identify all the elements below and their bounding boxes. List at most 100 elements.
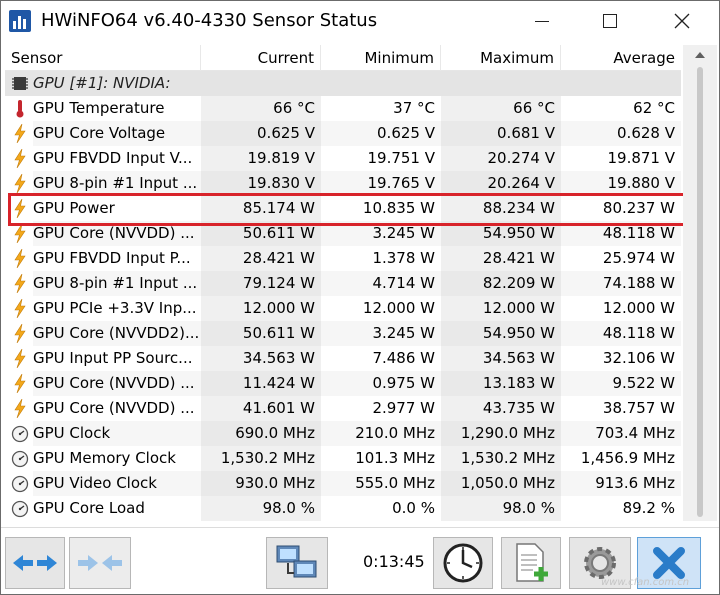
double-arrow-icon [13,555,57,571]
sensor-row[interactable]: GPU Video Clock 930.0 MHz 555.0 MHz 1,050.0… [5,471,681,496]
scroll-thumb[interactable] [697,67,703,517]
maximize-icon [603,14,617,28]
sensor-label: GPU FBVDD Input V... [33,149,193,167]
sensor-row[interactable]: GPU PCIe +3.3V Inp... 12.000 W 12.000 W 12.… [5,296,681,321]
sensor-label: GPU Core (NVVDD) ... [33,221,201,246]
sensor-row[interactable]: GPU Core Voltage 0.625 V 0.625 V 0.681 V 0.6… [5,121,681,146]
sensor-row[interactable]: GPU FBVDD Input V... 19.819 V 19.751 V 20.2… [5,146,681,171]
sensor-label: GPU FBVDD Input P... [33,249,191,267]
current-value: 12.000 W [201,296,321,321]
current-value: 79.124 W [201,271,321,296]
maximum-value: 1,530.2 MHz [441,446,561,471]
sensor-label: GPU Clock [33,421,201,446]
sensor-label: GPU Core (NVVDD2)... [33,321,201,346]
sensor-row[interactable]: GPU Input PP Sourc... 34.563 W 7.486 W 34.5… [5,346,681,371]
sensor-label: GPU Video Clock [33,471,201,496]
average-value: 74.188 W [561,271,681,296]
current-value: 1,530.2 MHz [201,446,321,471]
minimum-value: 3.245 W [321,221,441,246]
title-bar: HWiNFO64 v6.40-4330 Sensor Status [1,1,719,41]
sensor-row[interactable]: GPU Core (NVVDD) ... 11.424 W 0.975 W 13.18… [5,371,681,396]
next-sensor-button[interactable] [69,537,131,589]
lightning-icon [14,174,26,193]
minimum-value: 4.714 W [321,271,441,296]
current-value: 0.625 V [201,121,321,146]
minimum-value: 3.245 W [321,321,441,346]
sensor-label: GPU Core Load [33,499,145,517]
sensor-group-row[interactable]: GPU [#1]: NVIDIA: [5,71,681,96]
lightning-icon [14,224,26,243]
network-computers-icon [276,545,317,578]
average-value: 80.237 W [561,196,681,221]
average-value: 913.6 MHz [561,471,681,496]
minimum-value: 7.486 W [321,346,441,371]
window-title: HWiNFO64 v6.40-4330 Sensor Status [41,10,378,31]
sensor-row[interactable]: GPU Core (NVVDD2)... 50.611 W 3.245 W 54.95… [5,321,681,346]
lightning-icon [14,249,26,268]
minimize-icon [535,20,549,22]
current-value: 690.0 MHz [201,421,321,446]
sensor-row[interactable]: GPU 8-pin #1 Input ... 19.830 V 19.765 V 20… [5,171,681,196]
maximize-button[interactable] [587,1,633,41]
current-value: 98.0 % [201,496,321,521]
vertical-scrollbar[interactable] [683,45,717,521]
sensor-row[interactable]: GPU FBVDD Input P... 28.421 W 1.378 W 28.42… [5,246,681,271]
column-header-maximum[interactable]: Maximum [441,45,561,71]
current-value: 28.421 W [201,246,321,271]
current-value: 50.611 W [201,321,321,346]
current-value: 11.424 W [201,371,321,396]
average-value: 48.118 W [561,221,681,246]
current-value: 19.819 V [201,146,321,171]
average-value: 0.628 V [561,121,681,146]
sensor-row[interactable]: GPU Core (NVVDD) ... 41.601 W 2.977 W 43.73… [5,396,681,421]
column-header-current[interactable]: Current [201,45,321,71]
hwinfo-app-icon [9,10,31,32]
minimum-value: 19.751 V [321,146,441,171]
clock-icon [443,543,483,583]
average-value: 1,456.9 MHz [561,446,681,471]
sensor-label: GPU Memory Clock [33,449,176,467]
minimum-value: 0.625 V [321,121,441,146]
average-value: 19.871 V [561,146,681,171]
thermometer-icon [16,100,24,118]
sensor-row[interactable]: GPU Power 85.174 W 10.835 W 88.234 W 80.237 … [5,196,681,221]
average-value: 62 °C [561,96,681,121]
current-value: 34.563 W [201,346,321,371]
sensor-row[interactable]: GPU Core (NVVDD) ... 50.611 W 3.245 W 54.95… [5,221,681,246]
average-value: 89.2 % [561,496,681,521]
network-button[interactable] [266,537,328,589]
sensor-row[interactable]: GPU Core Load 98.0 % 0.0 % 98.0 % 89.2 % [5,496,681,521]
minimum-value: 101.3 MHz [321,446,441,471]
minimum-value: 2.977 W [321,396,441,421]
column-header-sensor[interactable]: Sensor [5,45,201,71]
column-header-average[interactable]: Average [561,45,681,71]
sensor-row[interactable]: GPU Temperature 66 °C 37 °C 66 °C 62 °C [5,96,681,121]
average-value: 12.000 W [561,296,681,321]
lightning-icon [14,274,26,293]
previous-sensor-button[interactable] [5,537,65,589]
watermark: www.cfan.com.cn [601,577,690,588]
sensor-label: GPU Temperature [33,99,165,117]
sensor-group-label: GPU [#1]: NVIDIA: [33,74,171,92]
maximum-value: 82.209 W [441,271,561,296]
average-value: 32.106 W [561,346,681,371]
reset-timer-button[interactable] [433,537,493,589]
lightning-icon [14,349,26,368]
maximum-value: 1,050.0 MHz [441,471,561,496]
sensor-row[interactable]: GPU Memory Clock 1,530.2 MHz 101.3 MHz 1,53… [5,446,681,471]
add-report-icon [516,543,548,582]
sensor-row[interactable]: GPU Clock 690.0 MHz 210.0 MHz 1,290.0 MHz 70… [5,421,681,446]
logging-button[interactable] [501,537,561,589]
minimize-button[interactable] [519,1,565,41]
minimum-value: 12.000 W [321,296,441,321]
maximum-value: 34.563 W [441,346,561,371]
minimum-value: 10.835 W [321,196,441,221]
scroll-up-arrow-icon[interactable] [683,45,717,65]
sensor-row[interactable]: GPU 8-pin #1 Input ... 79.124 W 4.714 W 82.… [5,271,681,296]
lightning-icon [14,299,26,318]
close-button[interactable] [659,1,705,41]
lightning-icon [14,124,26,143]
maximum-value: 28.421 W [441,246,561,271]
column-header-minimum[interactable]: Minimum [321,45,441,71]
maximum-value: 54.950 W [441,321,561,346]
